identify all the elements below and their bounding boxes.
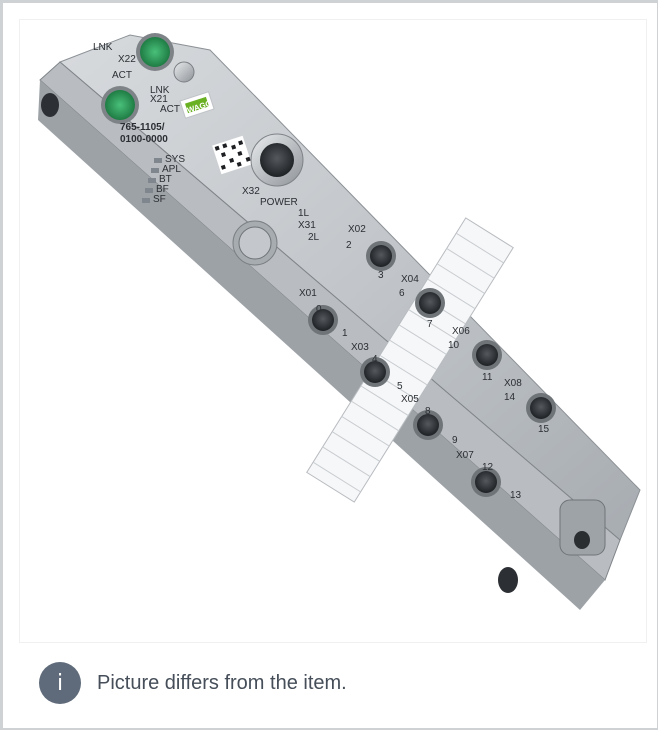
port-label: X04 (401, 274, 419, 285)
port-label: X31 (298, 220, 316, 231)
led-label: SF (153, 194, 166, 205)
channel-label: 0 (316, 304, 322, 315)
connector-x22-icon (140, 37, 170, 67)
channel-label: 8 (425, 406, 431, 417)
model-number: 765-1105/ (120, 122, 165, 133)
channel-label: 7 (427, 319, 433, 330)
info-icon-glyph: i (56, 670, 64, 696)
channel-label: 3 (378, 270, 384, 281)
channel-label: 4 (372, 354, 378, 365)
socket-x31-icon (238, 226, 272, 260)
socket-x08-icon (530, 397, 552, 419)
mounting-hole-icon (574, 531, 590, 549)
channel-label: 14 (504, 392, 516, 403)
port-label: X22 (118, 54, 136, 65)
port-label: X03 (351, 342, 369, 353)
channel-label: 1 (342, 328, 348, 339)
port-label: X05 (401, 394, 419, 405)
port-label: X01 (299, 288, 317, 299)
power-connector-x32-icon (260, 143, 294, 177)
socket-x06-icon (476, 344, 498, 366)
port-label: X32 (242, 186, 260, 197)
image-disclaimer: i Picture differs from the item. (39, 655, 639, 711)
socket-x02-icon (370, 245, 392, 267)
port-label: X02 (348, 224, 366, 235)
port-label: ACT (112, 70, 132, 81)
info-icon: i (39, 662, 81, 704)
port-label: LNK (93, 42, 113, 53)
mounting-hole-icon (41, 93, 59, 117)
product-image-panel: LNK ACT X22 LNK ACT X21 765-1105/ 0100-0… (0, 0, 658, 730)
channel-label: 2 (346, 240, 352, 251)
channel-label: 5 (397, 381, 403, 392)
socket-x05-icon (417, 414, 439, 436)
port-label: 2L (308, 232, 320, 243)
port-label: X08 (504, 378, 522, 389)
power-label: POWER (260, 197, 298, 208)
model-number-2: 0100-0000 (120, 134, 168, 145)
mounting-hole-icon (498, 567, 518, 593)
io-module-illustration: LNK ACT X22 LNK ACT X21 765-1105/ 0100-0… (38, 33, 641, 610)
port-label: X06 (452, 326, 470, 337)
socket-x04-icon (419, 292, 441, 314)
disclaimer-text: Picture differs from the item. (97, 671, 347, 694)
port-label: 1L (298, 208, 310, 219)
channel-label: 10 (448, 340, 460, 351)
socket-x07-icon (475, 471, 497, 493)
product-image[interactable]: LNK ACT X22 LNK ACT X21 765-1105/ 0100-0… (19, 19, 647, 643)
channel-label: 12 (482, 462, 494, 473)
channel-label: 11 (482, 372, 493, 383)
port-label: X07 (456, 450, 474, 461)
channel-label: 6 (399, 288, 405, 299)
channel-label: 15 (538, 424, 550, 435)
port-label: ACT (160, 104, 180, 115)
channel-label: 13 (510, 490, 522, 501)
port-label: X21 (150, 94, 168, 105)
connector-x21-icon (105, 90, 135, 120)
channel-label: 9 (452, 435, 458, 446)
